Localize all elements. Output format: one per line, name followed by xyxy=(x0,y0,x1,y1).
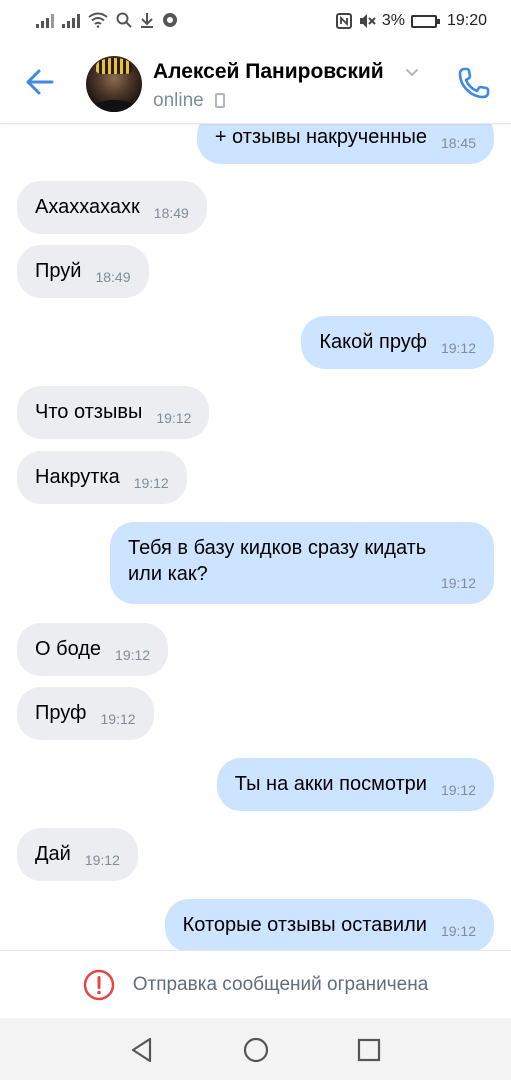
message-bubble-outgoing[interactable]: + отзывы накрученные 18:45 xyxy=(196,124,494,164)
system-nav-bar xyxy=(0,1018,511,1080)
status-right: 3% 19:20 xyxy=(335,12,487,30)
message-time: 19:12 xyxy=(100,711,136,727)
battery-icon xyxy=(410,14,440,28)
message-time: 19:12 xyxy=(440,923,476,939)
avatar-shirt xyxy=(92,100,136,112)
home-circle-icon[interactable] xyxy=(242,1036,270,1064)
status-bar: 3% 19:20 xyxy=(0,0,511,44)
chat-header: Алексей Панировский online xyxy=(0,44,511,124)
message-time: 19:12 xyxy=(84,852,120,868)
back-triangle-icon[interactable] xyxy=(128,1036,156,1064)
download-icon xyxy=(141,13,153,28)
message-text: Что отзывы xyxy=(35,401,143,423)
message-time: 18:49 xyxy=(95,269,131,285)
message-bubble-incoming[interactable]: Ахаххахахк 18:49 xyxy=(17,181,207,234)
message-bubble-outgoing[interactable]: Тебя в базу кидков сразу кидать или как?… xyxy=(110,522,494,604)
wifi-icon xyxy=(88,12,108,28)
message-bubble-incoming[interactable]: Что отзывы 19:12 xyxy=(17,386,210,439)
message-bubble-incoming[interactable]: Накрутка 19:12 xyxy=(17,451,187,504)
signal-icon-2 xyxy=(62,12,80,28)
message-bubble-incoming[interactable]: О боде 19:12 xyxy=(17,623,169,676)
messaging-restricted-bar: Отправка сообщений ограничена xyxy=(0,950,511,1018)
status-left-icons xyxy=(36,12,178,28)
message-text: Какой пруф xyxy=(319,331,427,353)
message-text: Тебя в базу кидков сразу кидать или как? xyxy=(128,537,427,585)
mute-icon xyxy=(359,14,376,28)
phone-icon[interactable] xyxy=(455,64,493,102)
message-time: 19:12 xyxy=(133,475,169,491)
message-text: Накрутка xyxy=(35,466,120,488)
battery-percent: 3% xyxy=(381,12,405,29)
message-text: + отзывы накрученные xyxy=(214,126,427,148)
message-text: О боде xyxy=(35,638,102,660)
contact-status: online xyxy=(153,90,204,111)
message-time: 19:12 xyxy=(156,410,192,426)
mobile-icon xyxy=(215,93,225,108)
message-time: 19:12 xyxy=(440,782,476,798)
message-text: Ахаххахахк xyxy=(35,196,140,218)
message-list[interactable]: + отзывы накрученные 18:45 Ахаххахахк 18:4… xyxy=(0,124,511,950)
message-text: Пруф xyxy=(35,702,87,724)
warning-icon xyxy=(83,969,114,1000)
recents-square-icon[interactable] xyxy=(355,1036,383,1064)
message-time: 19:12 xyxy=(440,340,476,356)
search-icon xyxy=(116,12,132,28)
message-time: 18:45 xyxy=(440,135,476,151)
message-time: 19:12 xyxy=(440,575,476,591)
message-bubble-outgoing[interactable]: Которые отзывы оставили 19:12 xyxy=(164,899,494,950)
message-bubble-outgoing[interactable]: Какой пруф 19:12 xyxy=(301,316,494,369)
avatar[interactable] xyxy=(86,56,142,112)
message-bubble-incoming[interactable]: Дай 19:12 xyxy=(17,828,138,881)
chevron-down-icon[interactable] xyxy=(404,64,420,80)
message-text: Которые отзывы оставили xyxy=(182,914,427,936)
message-text: Ты на акки посмотри xyxy=(234,773,427,795)
message-time: 18:49 xyxy=(153,205,189,221)
message-text: Дай xyxy=(35,843,71,865)
shield-icon xyxy=(163,13,177,27)
message-bubble-incoming[interactable]: Пруй 18:49 xyxy=(17,245,149,298)
message-bubble-incoming[interactable]: Пруф 19:12 xyxy=(17,687,154,740)
clock: 19:20 xyxy=(446,12,487,29)
message-text: Пруй xyxy=(35,260,82,282)
message-bubble-outgoing[interactable]: Ты на акки посмотри 19:12 xyxy=(216,758,494,811)
message-time: 19:12 xyxy=(115,647,151,663)
back-arrow-icon[interactable] xyxy=(22,64,58,100)
nfc-icon xyxy=(335,13,352,29)
contact-name[interactable]: Алексей Панировский xyxy=(153,60,384,84)
restriction-text: Отправка сообщений ограничена xyxy=(132,973,429,995)
signal-icon xyxy=(36,12,54,28)
avatar-hair xyxy=(96,58,132,74)
